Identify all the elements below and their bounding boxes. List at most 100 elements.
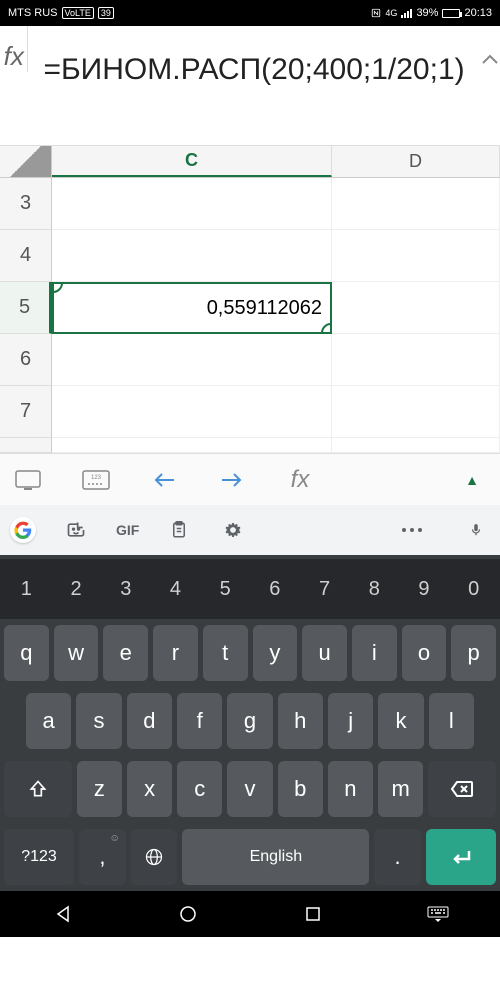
view-mode-button[interactable] xyxy=(8,460,48,500)
cell-d8[interactable] xyxy=(332,438,500,453)
key-7[interactable]: 7 xyxy=(302,565,347,613)
key-m[interactable]: m xyxy=(378,761,423,817)
back-button[interactable] xyxy=(52,903,74,925)
recent-apps-button[interactable] xyxy=(302,903,324,925)
key-x[interactable]: x xyxy=(127,761,172,817)
key-h[interactable]: h xyxy=(278,693,323,749)
selection-handle-tl[interactable] xyxy=(52,282,63,293)
key-g[interactable]: g xyxy=(227,693,272,749)
letter-row-2: a s d f g h j k l xyxy=(0,687,500,755)
period-key[interactable]: . xyxy=(374,829,421,885)
cell-c5-selected[interactable]: 0,559112062 xyxy=(52,282,332,334)
home-button[interactable] xyxy=(177,903,199,925)
cell-d6[interactable] xyxy=(332,334,500,386)
key-v[interactable]: v xyxy=(227,761,272,817)
backspace-key[interactable] xyxy=(428,761,496,817)
mic-button[interactable] xyxy=(462,520,490,540)
key-o[interactable]: o xyxy=(402,625,447,681)
clipboard-button[interactable] xyxy=(165,520,193,540)
cell-c4[interactable] xyxy=(52,230,332,282)
google-search-button[interactable] xyxy=(10,517,36,543)
key-p[interactable]: p xyxy=(451,625,496,681)
key-4[interactable]: 4 xyxy=(153,565,198,613)
enter-key[interactable] xyxy=(426,829,496,885)
key-l[interactable]: l xyxy=(429,693,474,749)
key-5[interactable]: 5 xyxy=(203,565,248,613)
cell-d7[interactable] xyxy=(332,386,500,438)
row-header-5[interactable]: 5 xyxy=(0,282,52,334)
gear-icon xyxy=(223,520,243,540)
key-j[interactable]: j xyxy=(328,693,373,749)
key-1[interactable]: 1 xyxy=(4,565,49,613)
key-e[interactable]: e xyxy=(103,625,148,681)
key-b[interactable]: b xyxy=(278,761,323,817)
key-f[interactable]: f xyxy=(177,693,222,749)
key-y[interactable]: y xyxy=(253,625,298,681)
key-2[interactable]: 2 xyxy=(54,565,99,613)
cell-d5[interactable] xyxy=(332,282,500,334)
key-n[interactable]: n xyxy=(328,761,373,817)
select-all-corner[interactable] xyxy=(0,146,52,177)
triangle-left-icon xyxy=(54,905,72,923)
key-q[interactable]: q xyxy=(4,625,49,681)
battery-icon xyxy=(442,9,460,18)
key-w[interactable]: w xyxy=(54,625,99,681)
fx-label: fx xyxy=(0,26,28,72)
gif-button[interactable]: GIF xyxy=(116,522,139,538)
numpad-toggle-button[interactable]: 123 xyxy=(76,460,116,500)
shift-icon xyxy=(28,779,48,799)
key-8[interactable]: 8 xyxy=(352,565,397,613)
key-c[interactable]: c xyxy=(177,761,222,817)
sticker-button[interactable] xyxy=(62,520,90,540)
col-header-d[interactable]: D xyxy=(332,146,500,177)
key-t[interactable]: t xyxy=(203,625,248,681)
cell-d4[interactable] xyxy=(332,230,500,282)
selection-handle-br[interactable] xyxy=(321,323,332,334)
keyboard-toolbar: GIF xyxy=(0,505,500,555)
row-header-8[interactable] xyxy=(0,438,52,453)
sticker-icon xyxy=(66,520,86,540)
symbols-key[interactable]: ?123 xyxy=(4,829,74,885)
more-options-button[interactable] xyxy=(402,528,422,532)
key-r[interactable]: r xyxy=(153,625,198,681)
hide-keyboard-button[interactable] xyxy=(427,903,449,925)
key-6[interactable]: 6 xyxy=(253,565,298,613)
row-header-4[interactable]: 4 xyxy=(0,230,52,282)
key-0[interactable]: 0 xyxy=(451,565,496,613)
language-key[interactable] xyxy=(131,829,178,885)
spreadsheet-grid[interactable]: C D 3 4 5 0,559112062 6 7 xyxy=(0,146,500,453)
svg-text:123: 123 xyxy=(91,475,102,481)
key-9[interactable]: 9 xyxy=(402,565,447,613)
key-s[interactable]: s xyxy=(76,693,121,749)
expand-toolbar-button[interactable]: ▲ xyxy=(452,460,492,500)
key-i[interactable]: i xyxy=(352,625,397,681)
settings-button[interactable] xyxy=(219,520,247,540)
formula-input[interactable]: =БИНОМ.РАСП(20;400;1/20;1) xyxy=(28,26,479,145)
undo-button[interactable] xyxy=(144,460,184,500)
cell-c8[interactable] xyxy=(52,438,332,453)
key-d[interactable]: d xyxy=(127,693,172,749)
cell-d3[interactable] xyxy=(332,178,500,230)
key-z[interactable]: z xyxy=(77,761,122,817)
key-k[interactable]: k xyxy=(378,693,423,749)
clock: 20:13 xyxy=(464,7,492,19)
key-u[interactable]: u xyxy=(302,625,347,681)
cell-c7[interactable] xyxy=(52,386,332,438)
redo-button[interactable] xyxy=(212,460,252,500)
shift-key[interactable] xyxy=(4,761,72,817)
signal-icon xyxy=(401,9,412,18)
row-header-3[interactable]: 3 xyxy=(0,178,52,230)
comma-key[interactable]: ☺, xyxy=(79,829,126,885)
key-a[interactable]: a xyxy=(26,693,71,749)
row-header-7[interactable]: 7 xyxy=(0,386,52,438)
tablet-icon xyxy=(15,470,41,490)
space-key[interactable]: English xyxy=(182,829,369,885)
cell-c3[interactable] xyxy=(52,178,332,230)
row-header-6[interactable]: 6 xyxy=(0,334,52,386)
cell-c6[interactable] xyxy=(52,334,332,386)
collapse-formula-button[interactable] xyxy=(480,26,500,145)
fx-button[interactable]: fx xyxy=(280,460,320,500)
col-header-c[interactable]: C xyxy=(52,146,332,177)
key-3[interactable]: 3 xyxy=(103,565,148,613)
bottom-row: ?123 ☺, English . xyxy=(0,823,500,891)
